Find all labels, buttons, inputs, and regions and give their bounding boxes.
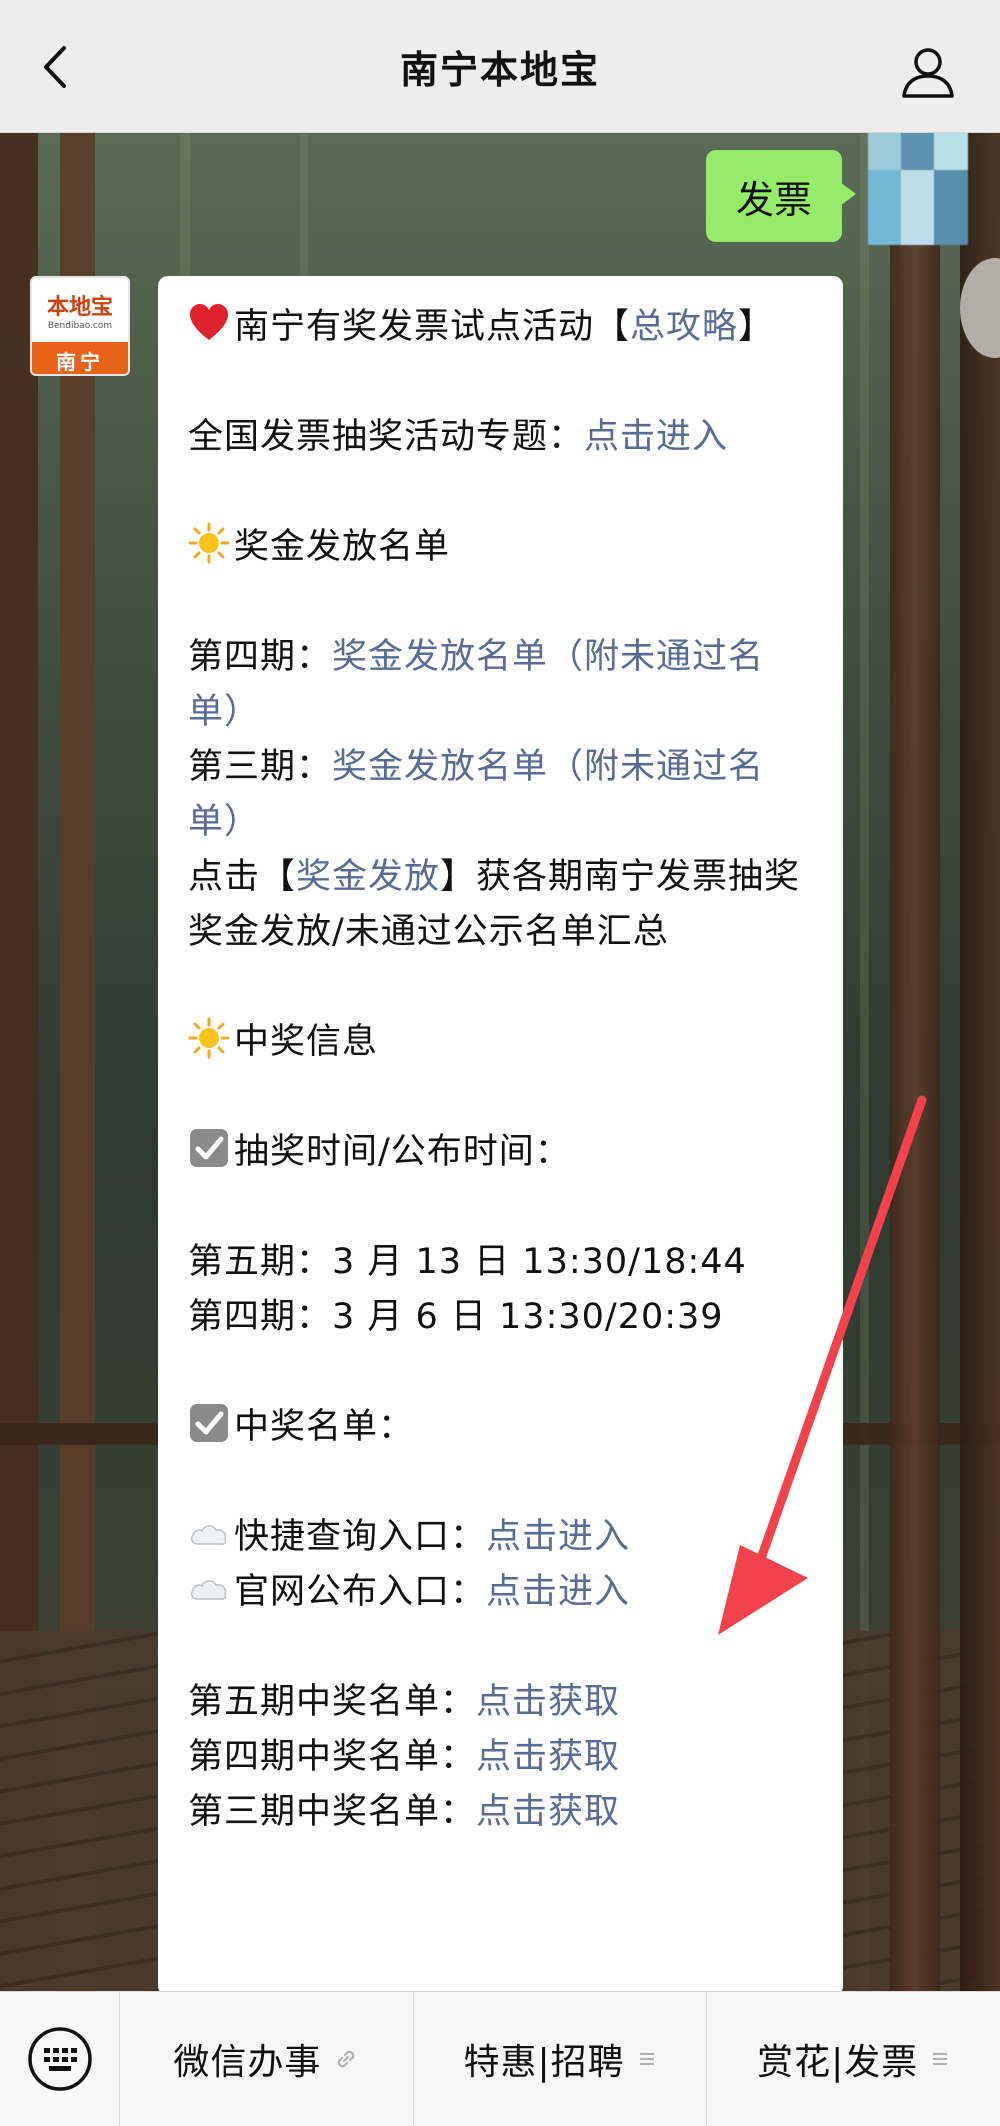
draw-time-text: 抽奖时间/公布时间： bbox=[234, 1132, 571, 1172]
draw-time-period4: 第四期：3 月 6 日 13:30/20:39 bbox=[188, 1297, 724, 1337]
bonus-heading-text: 奖金发放名单 bbox=[234, 527, 451, 567]
winners-list-period3: 第三期中奖名单：点击获取 bbox=[188, 1785, 813, 1840]
official-site-line: 官网公布入口：点击进入 bbox=[188, 1565, 813, 1620]
click-prefix: 点击【 bbox=[188, 857, 297, 897]
national-label: 全国发票抽奖活动专题： bbox=[188, 417, 585, 457]
heart-icon bbox=[190, 304, 228, 340]
cloud-icon bbox=[190, 1525, 227, 1545]
link-icon bbox=[338, 2050, 355, 2068]
menu-lines-icon bbox=[933, 2053, 948, 2065]
title-end: 】 bbox=[738, 307, 775, 347]
winners-heading: 中奖名单： bbox=[188, 1400, 813, 1455]
strategy-link[interactable]: 总攻略 bbox=[630, 307, 738, 347]
list3-label: 第三期中奖名单： bbox=[188, 1792, 477, 1832]
cloud-icon bbox=[190, 1580, 227, 1600]
chat-title: 南宁本地宝 bbox=[399, 47, 600, 92]
menu-wechat-services[interactable]: 微信办事 bbox=[120, 1992, 414, 2126]
avatar-site-text: Bendibao.com bbox=[47, 321, 113, 331]
top-nav-bar: 南宁本地宝 bbox=[0, 0, 1000, 133]
win-info-text: 中奖信息 bbox=[234, 1022, 379, 1062]
win-info-heading: 中奖信息 bbox=[188, 1015, 813, 1070]
received-message-bubble: 南宁有奖发票试点活动【总攻略】 全国发票抽奖活动专题：点击进入 奖金发放名单 第… bbox=[158, 276, 843, 1996]
keyboard-toggle-button[interactable] bbox=[0, 1992, 120, 2126]
draw-time-period5: 第五期：3 月 13 日 13:30/18:44 bbox=[188, 1242, 747, 1282]
menu-lines-icon bbox=[639, 2053, 654, 2065]
back-arrow-icon[interactable] bbox=[36, 42, 76, 92]
sent-message-text: 发票 bbox=[735, 177, 812, 222]
quick-query-link[interactable]: 点击进入 bbox=[486, 1517, 630, 1557]
official-site-label: 官网公布入口： bbox=[234, 1572, 487, 1612]
quick-query-line: 快捷查询入口：点击进入 bbox=[188, 1510, 813, 1565]
menu-label: 微信办事 bbox=[173, 2042, 322, 2083]
my-avatar[interactable] bbox=[868, 130, 968, 245]
avatar-brand-text: 本地宝 bbox=[46, 294, 113, 320]
list4-link[interactable]: 点击获取 bbox=[476, 1737, 620, 1777]
winners-heading-text: 中奖名单： bbox=[234, 1407, 415, 1447]
period4-label: 第四期： bbox=[188, 637, 333, 677]
quick-query-label: 快捷查询入口： bbox=[234, 1517, 487, 1557]
bonus-heading: 奖金发放名单 bbox=[188, 520, 813, 575]
menu-label: 赏花|发票 bbox=[757, 2042, 919, 2083]
draw-time-heading: 抽奖时间/公布时间： bbox=[188, 1125, 813, 1180]
bonus-release-link[interactable]: 奖金发放 bbox=[296, 857, 440, 897]
keyboard-icon bbox=[27, 2027, 92, 2091]
winners-list-period4: 第四期中奖名单：点击获取 bbox=[188, 1730, 813, 1785]
national-topic-line: 全国发票抽奖活动专题：点击进入 bbox=[188, 410, 813, 465]
title-text: 南宁有奖发票试点活动【 bbox=[234, 307, 631, 347]
official-site-link[interactable]: 点击进入 bbox=[486, 1572, 630, 1612]
avatar-city-text: 南宁 bbox=[32, 342, 128, 374]
period3-label: 第三期： bbox=[188, 747, 333, 787]
period4-bonus-line: 第四期：奖金发放名单（附未通过名单） bbox=[188, 630, 813, 740]
menu-deals-jobs[interactable]: 特惠|招聘 bbox=[414, 1992, 708, 2126]
list4-label: 第四期中奖名单： bbox=[188, 1737, 477, 1777]
period3-bonus-line: 第三期：奖金发放名单（附未通过名单） bbox=[188, 740, 813, 850]
message-title-line: 南宁有奖发票试点活动【总攻略】 bbox=[188, 300, 813, 355]
winners-list-period5: 第五期中奖名单：点击获取 bbox=[188, 1675, 813, 1730]
menu-flowers-invoice[interactable]: 赏花|发票 bbox=[707, 1992, 1000, 2126]
list5-label: 第五期中奖名单： bbox=[188, 1682, 477, 1722]
user-profile-icon[interactable] bbox=[900, 46, 956, 98]
bonus-summary-line: 点击【奖金发放】获各期南宁发票抽奖奖金发放/未通过公示名单汇总 bbox=[188, 850, 813, 960]
account-avatar[interactable]: 本地宝 Bendibao.com 南宁 bbox=[30, 276, 130, 376]
checkbox-icon bbox=[190, 1404, 228, 1442]
sun-icon bbox=[188, 1017, 230, 1059]
bottom-menu-bar: 微信办事 特惠|招聘 赏花|发票 bbox=[0, 1991, 1000, 2126]
list3-link[interactable]: 点击获取 bbox=[476, 1792, 620, 1832]
sun-icon bbox=[188, 522, 230, 564]
checkbox-icon bbox=[190, 1129, 228, 1167]
national-topic-link[interactable]: 点击进入 bbox=[584, 417, 728, 457]
sent-message-bubble[interactable]: 发票 bbox=[705, 150, 857, 242]
menu-label: 特惠|招聘 bbox=[463, 2042, 625, 2083]
list5-link[interactable]: 点击获取 bbox=[476, 1682, 620, 1722]
